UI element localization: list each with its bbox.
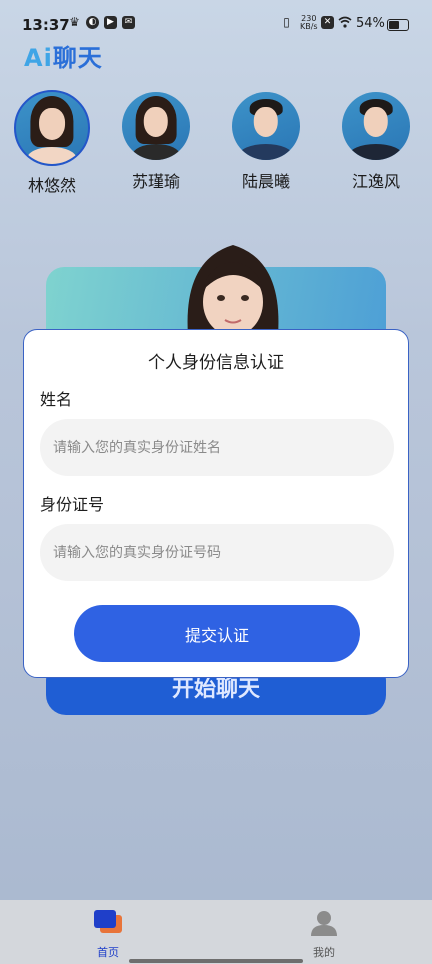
avatar [14,90,90,166]
user-icon [311,911,337,936]
avatar [342,92,410,160]
character-name: 林悠然 [27,176,76,195]
name-input[interactable] [40,419,394,476]
character-name: 苏瑾瑜 [131,172,180,191]
battery-icon [387,19,409,31]
character-name: 陆晨曦 [241,172,290,191]
character-list: 林悠然 苏瑾瑜 陆晨曦 江逸风 [0,90,432,200]
avatar [232,92,300,160]
id-number-input[interactable] [40,524,394,581]
wifi-icon [338,16,352,28]
battery-percent: 54% [356,16,385,31]
character-luchenxi[interactable]: 陆晨曦 [226,92,306,192]
character-sujinyu[interactable]: 苏瑾瑜 [116,92,196,192]
character-linyouran[interactable]: 林悠然 [12,90,92,196]
avatar [122,92,190,160]
home-icon [94,910,122,933]
app-logo: Ai聊天 [24,44,103,72]
crown-icon: ♛ [69,15,80,29]
submit-verification-button[interactable]: 提交认证 [74,605,360,662]
bottom-tab-bar: 首页 我的 [0,900,432,964]
mail-icon: ✉ [122,16,135,29]
id-number-label: 身份证号 [40,495,105,514]
home-indicator[interactable] [129,959,303,963]
tab-home-label: 首页 [97,946,119,959]
tab-home[interactable]: 首页 [68,900,148,964]
play-icon: ▶ [104,16,117,29]
character-portrait [187,245,279,335]
vibrate-icon: ▯ [283,15,290,29]
sim-disabled-icon: ✕ [321,16,334,29]
net-speed: 230 KB/s [300,14,318,31]
name-label: 姓名 [40,390,73,409]
tab-mine-label: 我的 [313,946,335,959]
character-jiangyifeng[interactable]: 江逸风 [336,92,416,192]
status-time: 13:37 [22,16,70,34]
dialog-title: 个人身份信息认证 [148,353,284,373]
identity-verification-dialog: 个人身份信息认证 姓名 身份证号 提交认证 [23,329,409,678]
character-name: 江逸风 [351,172,400,191]
leaf-icon: ◐ [86,16,99,29]
tab-mine[interactable]: 我的 [284,900,364,964]
